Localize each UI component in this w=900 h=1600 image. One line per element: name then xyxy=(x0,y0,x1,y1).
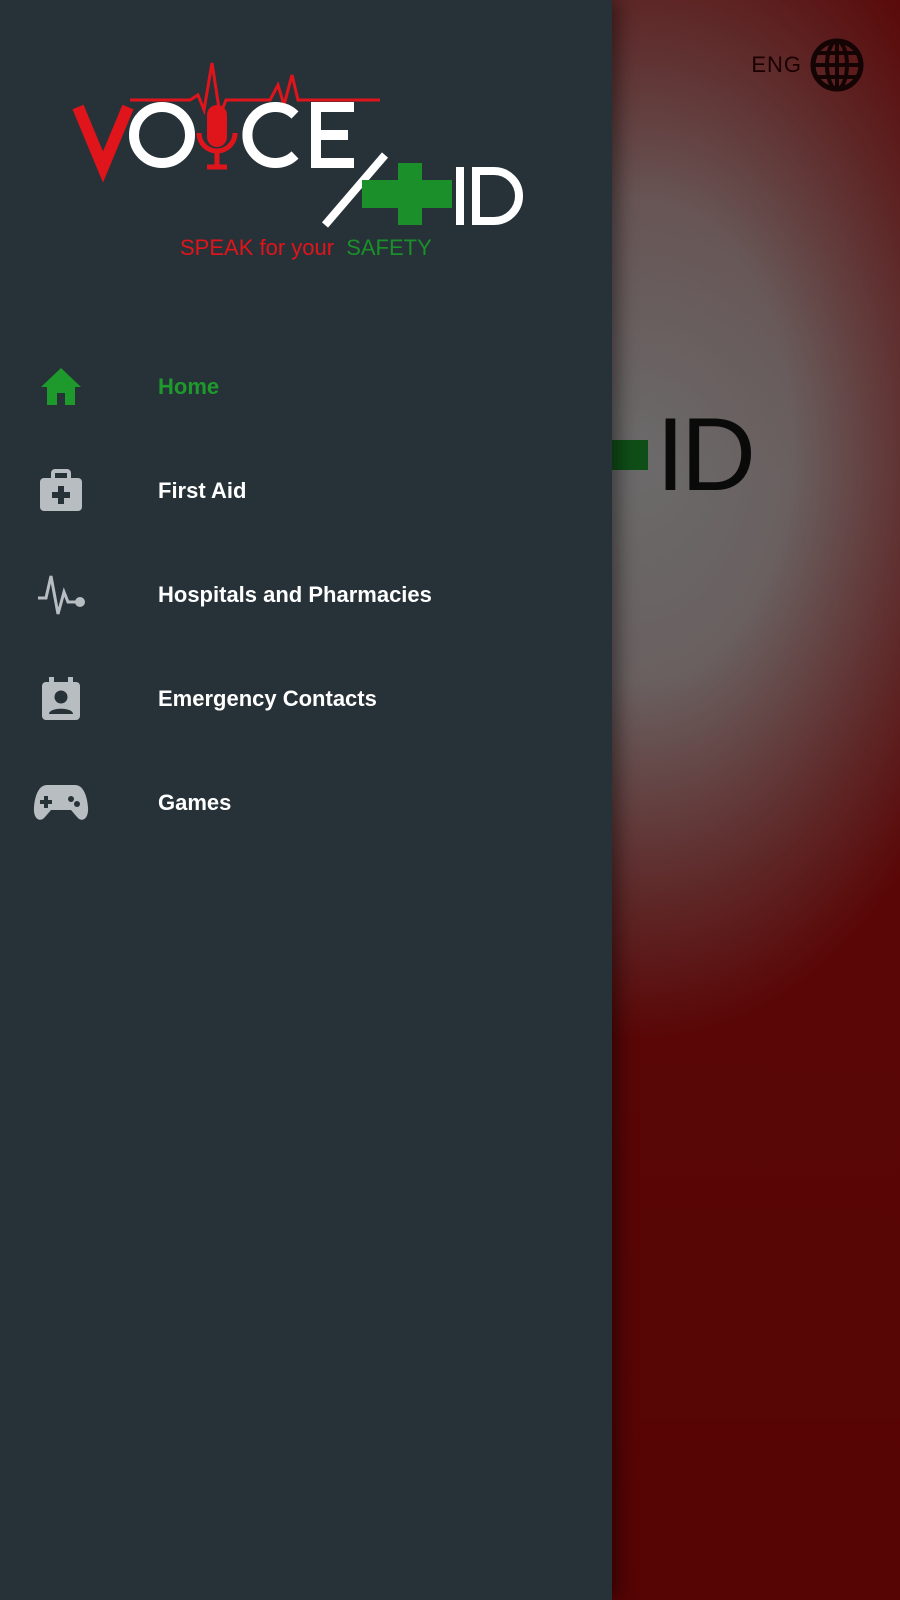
drawer-item-label: Home xyxy=(158,374,220,399)
drawer-item-label: Hospitals and Pharmacies xyxy=(158,582,432,607)
globe-icon xyxy=(810,38,864,92)
logo-letter-i xyxy=(456,167,464,225)
background-plus-bar xyxy=(610,440,648,470)
logo-mic-icon xyxy=(207,105,227,147)
drawer-item-label: Games xyxy=(158,790,232,815)
first-aid-kit-icon xyxy=(31,461,91,521)
drawer-item-label: First Aid xyxy=(158,478,247,503)
logo-tagline: SPEAK for your SAFETY xyxy=(180,235,432,260)
drawer-item-games[interactable]: Games xyxy=(0,751,612,855)
language-switcher[interactable]: ENG xyxy=(751,38,864,92)
gamepad-icon xyxy=(31,773,91,833)
drawer-item-hospitals[interactable]: Hospitals and Pharmacies xyxy=(0,543,612,647)
logo-letter-o xyxy=(129,102,195,168)
language-label: ENG xyxy=(751,52,802,77)
drawer-menu: Home First Aid Hospitals and Pharmacies … xyxy=(0,335,612,855)
contact-badge-icon xyxy=(31,669,91,729)
voice-aid-logo: SPEAK for your SAFETY xyxy=(72,62,523,260)
home-icon xyxy=(31,357,91,417)
logo-letter-d xyxy=(472,167,523,225)
navigation-drawer: SPEAK for your SAFETY Home First Aid Hos… xyxy=(0,0,612,1600)
background-logo-fragment: ID xyxy=(610,397,756,513)
drawer-item-first-aid[interactable]: First Aid xyxy=(0,439,612,543)
background-logo-text: ID xyxy=(656,397,756,513)
logo-letter-c xyxy=(242,102,299,168)
drawer-item-emergency-contacts[interactable]: Emergency Contacts xyxy=(0,647,612,751)
drawer-item-home[interactable]: Home xyxy=(0,335,612,439)
drawer-item-label: Emergency Contacts xyxy=(158,686,377,711)
heartbeat-icon xyxy=(31,565,91,625)
logo-letter-v xyxy=(72,104,134,183)
